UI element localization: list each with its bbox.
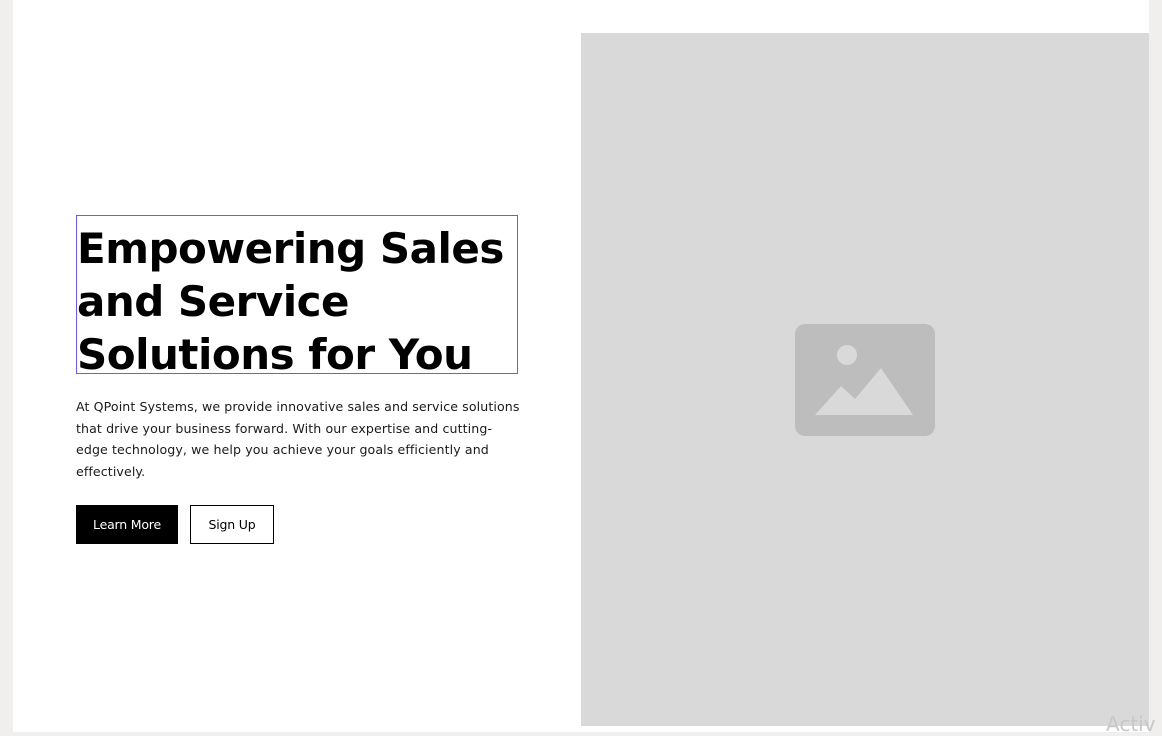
hero-buttons: Learn More Sign Up: [76, 505, 274, 544]
hero-description[interactable]: At QPoint Systems, we provide innovative…: [76, 396, 521, 482]
image-icon: [795, 324, 935, 436]
hero-content: Empowering Sales and Service Solutions f…: [76, 0, 536, 732]
learn-more-button[interactable]: Learn More: [76, 505, 178, 544]
hero-heading[interactable]: Empowering Sales and Service Solutions f…: [77, 222, 517, 381]
sign-up-button[interactable]: Sign Up: [190, 505, 274, 544]
hero-image-placeholder[interactable]: [581, 33, 1149, 726]
page-canvas: Empowering Sales and Service Solutions f…: [13, 0, 1149, 732]
activation-watermark: Activ: [1106, 712, 1156, 736]
